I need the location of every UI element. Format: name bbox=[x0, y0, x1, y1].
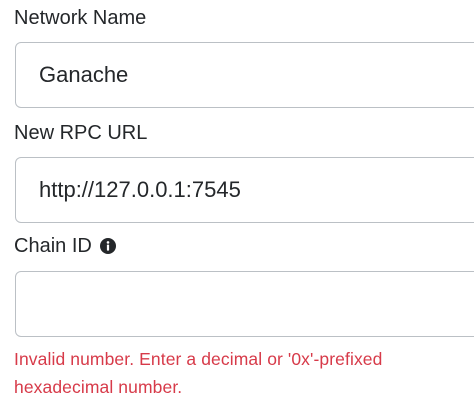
info-icon[interactable] bbox=[99, 238, 116, 254]
rpc-url-label: New RPC URL bbox=[14, 121, 147, 145]
network-name-label: Network Name bbox=[14, 6, 146, 30]
rpc-url-input[interactable]: http://127.0.0.1:7545 bbox=[15, 157, 474, 223]
chain-id-input[interactable] bbox=[15, 271, 474, 337]
rpc-url-label-text: New RPC URL bbox=[14, 122, 148, 144]
network-name-input[interactable]: Ganache bbox=[15, 42, 474, 108]
network-form: Network Name Ganache New RPC URL http://… bbox=[0, 0, 474, 407]
chain-id-label: Chain ID bbox=[14, 234, 116, 258]
rpc-url-value: http://127.0.0.1:7545 bbox=[39, 177, 241, 202]
chain-id-error-message: Invalid number. Enter a decimal or '0x'-… bbox=[14, 349, 383, 397]
chain-id-label-text: Chain ID bbox=[14, 235, 92, 257]
network-name-label-text: Network Name bbox=[14, 7, 147, 29]
network-name-value: Ganache bbox=[39, 62, 129, 87]
